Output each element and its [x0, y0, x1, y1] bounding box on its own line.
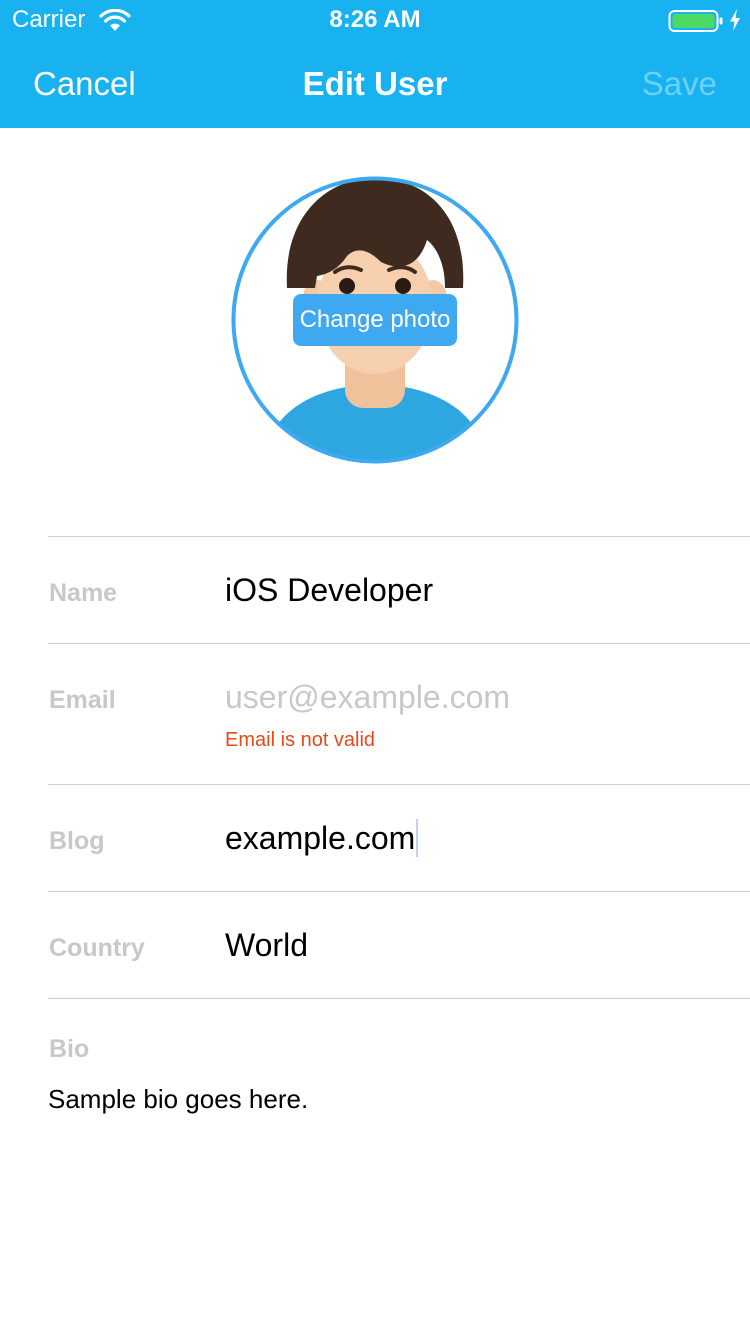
- country-label: Country: [49, 934, 145, 962]
- charging-bolt-icon: [730, 9, 740, 31]
- divider: [48, 643, 750, 644]
- navigation-bar: Cancel Edit User Save: [0, 40, 750, 128]
- text-cursor: [416, 819, 419, 857]
- battery-icon: [668, 10, 723, 32]
- status-time: 8:26 AM: [329, 6, 421, 33]
- blog-field[interactable]: example.com: [225, 818, 419, 858]
- bio-label: Bio: [49, 1035, 90, 1063]
- change-photo-button[interactable]: Change photo: [293, 294, 457, 346]
- name-label: Name: [49, 579, 118, 607]
- blog-field-text: example.com: [225, 820, 416, 856]
- country-field[interactable]: World: [225, 925, 308, 965]
- edit-user-screen: Carrier 8:26 AM Cancel Edit User Save Ch…: [0, 0, 750, 1334]
- top-bar: Carrier 8:26 AM Cancel Edit User Save: [0, 0, 750, 128]
- blog-label: Blog: [49, 827, 105, 855]
- avatar[interactable]: Change photo: [231, 176, 519, 464]
- bio-field[interactable]: Sample bio goes here.: [48, 1082, 308, 1116]
- save-button[interactable]: Save: [642, 64, 717, 104]
- page-title: Edit User: [302, 65, 448, 102]
- divider: [48, 998, 750, 999]
- status-bar: Carrier 8:26 AM: [0, 0, 750, 40]
- email-label: Email: [49, 686, 116, 714]
- divider: [48, 891, 750, 892]
- divider: [48, 536, 750, 537]
- name-field[interactable]: iOS Developer: [225, 570, 433, 610]
- email-error-message: Email is not valid: [225, 729, 376, 751]
- email-field[interactable]: user@example.com: [225, 677, 510, 717]
- divider: [48, 784, 750, 785]
